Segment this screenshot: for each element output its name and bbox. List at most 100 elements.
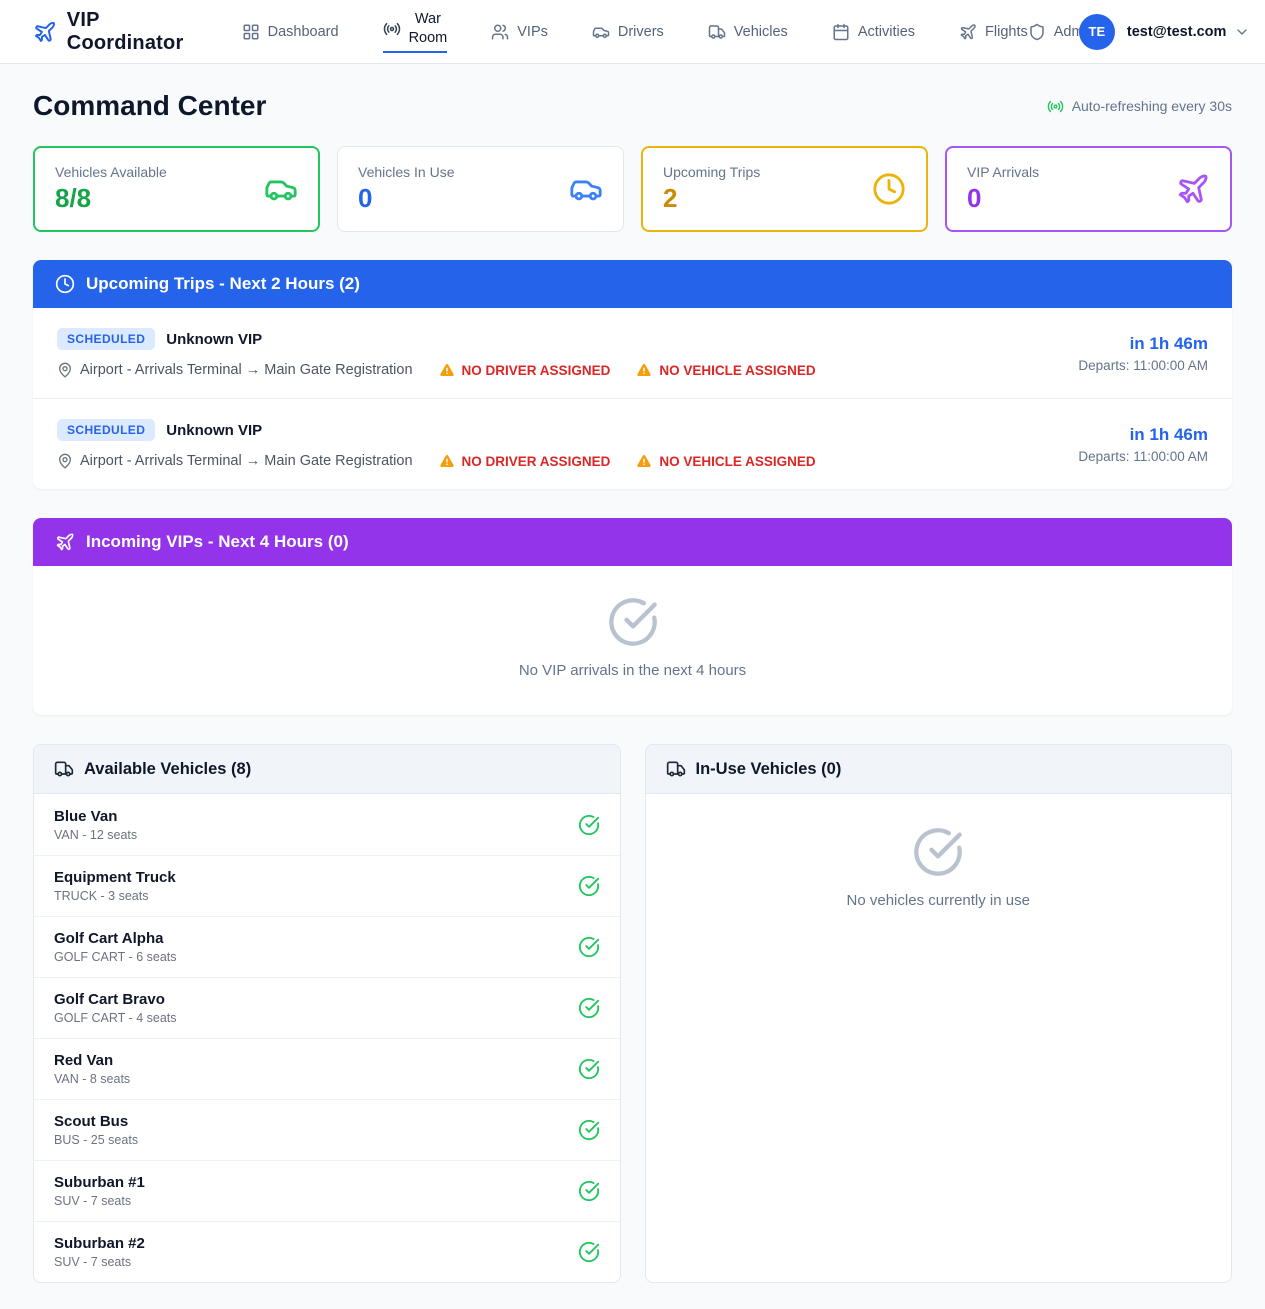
nav-item-label: War Room (409, 10, 448, 48)
truck-icon (54, 759, 74, 779)
user-email[interactable]: test@test.com (1127, 24, 1227, 40)
vehicle-details: SUV - 7 seats (54, 1255, 145, 1269)
check-circle-icon (578, 875, 600, 897)
vehicle-name: Blue Van (54, 808, 137, 825)
upcoming-trips-header: Upcoming Trips - Next 2 Hours (2) (33, 260, 1232, 308)
vehicle-details: VAN - 12 seats (54, 828, 137, 842)
available-vehicles-panel: Available Vehicles (8) Blue Van VAN - 12 … (33, 744, 621, 1283)
truck-icon (666, 759, 686, 779)
upcoming-trips-section: Upcoming Trips - Next 2 Hours (2) SCHEDU… (33, 260, 1232, 489)
trip-departure-time: Departs: 11:00:00 AM (1078, 358, 1208, 373)
nav-item-dashboard[interactable]: Dashboard (242, 23, 339, 41)
plane-icon (1176, 172, 1210, 206)
incoming-vips-empty-state: No VIP arrivals in the next 4 hours (33, 566, 1232, 715)
panel-title: Available Vehicles (8) (84, 760, 251, 779)
stat-label: VIP Arrivals (967, 164, 1039, 180)
shield-icon (1028, 23, 1046, 41)
vehicle-row: Equipment Truck TRUCK - 3 seats (34, 855, 620, 916)
nav-item-activities[interactable]: Activities (832, 23, 915, 41)
nav-items: Dashboard War Room VIPs Drivers Vehicles… (242, 10, 1028, 53)
vehicle-name: Golf Cart Alpha (54, 930, 177, 947)
clock-icon (872, 172, 906, 206)
trip-countdown: in 1h 46m (1078, 334, 1208, 354)
map-pin-icon (57, 453, 73, 469)
empty-message: No vehicles currently in use (847, 892, 1030, 909)
plane-icon (959, 23, 977, 41)
incoming-vips-header: Incoming VIPs - Next 4 Hours (0) (33, 518, 1232, 566)
no-driver-warning: NO DRIVER ASSIGNED (439, 453, 611, 469)
vehicle-name: Red Van (54, 1052, 130, 1069)
brand[interactable]: VIP Coordinator (33, 9, 190, 55)
warning-triangle-icon (636, 362, 652, 378)
nav-item-label: Vehicles (734, 24, 788, 40)
stat-value: 8/8 (55, 183, 167, 214)
trip-row: SCHEDULED Unknown VIP Airport - Arrivals… (33, 398, 1232, 489)
vehicle-row: Golf Cart AlphaGOLF CART - 6 seats (34, 916, 620, 977)
nav-item-vips[interactable]: VIPs (491, 23, 548, 41)
vehicle-row: Blue Van VAN - 12 seats (34, 794, 620, 855)
users-icon (491, 23, 509, 41)
plane-logo-icon (33, 17, 57, 47)
stat-value: 0 (967, 183, 1039, 214)
stat-label: Upcoming Trips (663, 164, 760, 180)
nav-right: Admin TE test@test.com (1028, 14, 1251, 50)
no-vehicle-warning: NO VEHICLE ASSIGNED (636, 453, 815, 469)
nav-item-label: Flights (985, 24, 1028, 40)
stat-card-vehicles-in-use: Vehicles In Use 0 (337, 146, 624, 232)
nav-item-war-room[interactable]: War Room (383, 10, 448, 53)
trip-route: Airport - Arrivals Terminal → Main Gate … (80, 453, 413, 469)
check-circle-icon (578, 1241, 600, 1263)
warning-triangle-icon (439, 362, 455, 378)
stat-cards: Vehicles Available 8/8 Vehicles In Use 0 U… (33, 146, 1232, 232)
no-vehicle-warning: NO VEHICLE ASSIGNED (636, 362, 815, 378)
check-circle-icon (607, 596, 659, 648)
car-icon (569, 172, 603, 206)
trip-row: SCHEDULED Unknown VIP Airport - Arrivals… (33, 308, 1232, 398)
car-icon (264, 172, 298, 206)
vehicle-row: Scout BusBUS - 25 seats (34, 1099, 620, 1160)
stat-value: 2 (663, 183, 760, 214)
vehicle-details: SUV - 7 seats (54, 1194, 145, 1208)
no-driver-warning: NO DRIVER ASSIGNED (439, 362, 611, 378)
car-icon (592, 23, 610, 41)
trip-vip-name: Unknown VIP (166, 331, 262, 348)
status-badge: SCHEDULED (57, 328, 155, 350)
chevron-down-icon[interactable] (1234, 24, 1250, 40)
vehicle-details: TRUCK - 3 seats (54, 889, 176, 903)
map-pin-icon (57, 362, 73, 378)
vehicle-details: VAN - 8 seats (54, 1072, 130, 1086)
nav-item-vehicles[interactable]: Vehicles (708, 23, 788, 41)
nav-item-drivers[interactable]: Drivers (592, 23, 664, 41)
vehicle-details: BUS - 25 seats (54, 1133, 138, 1147)
stat-value: 0 (358, 183, 455, 214)
warning-triangle-icon (439, 453, 455, 469)
check-circle-icon (578, 1119, 600, 1141)
grid-icon (242, 23, 260, 41)
section-title: Upcoming Trips - Next 2 Hours (2) (86, 274, 360, 294)
vehicle-panels: Available Vehicles (8) Blue Van VAN - 12 … (33, 744, 1232, 1283)
panel-title: In-Use Vehicles (0) (696, 760, 842, 779)
trip-countdown: in 1h 46m (1078, 425, 1208, 445)
nav-item-flights[interactable]: Flights (959, 23, 1028, 41)
warning-triangle-icon (636, 453, 652, 469)
brand-name: VIP Coordinator (67, 9, 190, 55)
vehicle-name: Equipment Truck (54, 869, 176, 886)
vehicle-row: Suburban #1 SUV - 7 seats (34, 1160, 620, 1221)
avatar[interactable]: TE (1079, 14, 1115, 50)
stat-card-upcoming-trips: Upcoming Trips 2 (641, 146, 928, 232)
vehicle-name: Golf Cart Bravo (54, 991, 177, 1008)
truck-icon (708, 23, 726, 41)
auto-refresh-label: Auto-refreshing every 30s (1072, 98, 1232, 114)
available-vehicles-header: Available Vehicles (8) (34, 745, 620, 794)
check-circle-icon (578, 814, 600, 836)
vehicle-name: Suburban #1 (54, 1174, 145, 1191)
check-circle-icon (578, 1058, 600, 1080)
trip-vip-name: Unknown VIP (166, 422, 262, 439)
stat-card-vip-arrivals: VIP Arrivals 0 (945, 146, 1232, 232)
stat-label: Vehicles Available (55, 164, 167, 180)
clock-icon (55, 274, 75, 294)
stat-label: Vehicles In Use (358, 164, 455, 180)
section-title: Incoming VIPs - Next 4 Hours (0) (86, 532, 349, 552)
in-use-vehicles-empty-state: No vehicles currently in use (646, 794, 1232, 945)
incoming-vips-section: Incoming VIPs - Next 4 Hours (0) No VIP … (33, 518, 1232, 715)
